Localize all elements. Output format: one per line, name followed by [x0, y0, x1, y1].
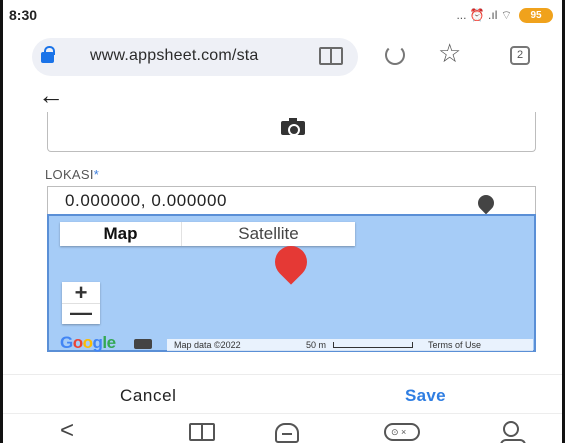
- required-mark: *: [93, 167, 100, 182]
- nav-back-icon[interactable]: <: [60, 417, 74, 443]
- star-icon[interactable]: ☆: [438, 38, 461, 69]
- logo-letter: o: [72, 333, 83, 352]
- cancel-button[interactable]: Cancel: [120, 386, 177, 406]
- tab-map[interactable]: Map: [60, 222, 181, 246]
- scale-bar: [333, 342, 413, 348]
- status-indicators: ... ⏰ .ıl ⌔ 95: [456, 6, 553, 24]
- logo-letter: G: [60, 333, 73, 352]
- frame-left: [0, 0, 3, 443]
- nav-divider: [3, 413, 562, 414]
- action-divider: [3, 374, 562, 375]
- lock-icon[interactable]: [41, 46, 55, 63]
- location-value[interactable]: 0.000000, 0.000000: [65, 191, 227, 211]
- google-logo: Google: [60, 333, 116, 353]
- reload-icon[interactable]: [385, 45, 405, 65]
- tab-satellite[interactable]: Satellite: [181, 222, 355, 246]
- url-text[interactable]: www.appsheet.com/sta: [90, 47, 259, 65]
- reader-mode-icon[interactable]: [319, 47, 343, 65]
- logo-letter: g: [92, 333, 103, 352]
- map-type-toggle: Map Satellite: [60, 222, 355, 246]
- terms-link[interactable]: Terms of Use: [428, 340, 481, 350]
- tabs-icon[interactable]: 2: [510, 46, 530, 65]
- location-label: LOKASI*: [45, 167, 99, 182]
- nav-game-icon[interactable]: [384, 423, 420, 441]
- battery-icon: 95: [519, 7, 553, 23]
- scale-label: 50 m: [306, 340, 327, 350]
- save-button[interactable]: Save: [405, 386, 446, 406]
- nav-book-icon[interactable]: [189, 423, 215, 441]
- nav-user-icon[interactable]: [500, 421, 526, 443]
- back-arrow-icon[interactable]: ←: [38, 80, 64, 111]
- zoom-out-button[interactable]: —: [62, 302, 100, 324]
- keyboard-icon[interactable]: [134, 339, 152, 349]
- signal-icons: ... ⏰ .ıl ⌔: [456, 7, 512, 22]
- nav-home-icon[interactable]: [275, 423, 299, 443]
- logo-letter: o: [82, 333, 93, 352]
- status-time: 8:30: [9, 7, 38, 23]
- location-label-text: LOKASI: [45, 167, 94, 182]
- camera-icon[interactable]: [281, 118, 305, 136]
- logo-letter: le: [102, 333, 116, 352]
- map-data-text: Map data ©2022: [174, 340, 241, 350]
